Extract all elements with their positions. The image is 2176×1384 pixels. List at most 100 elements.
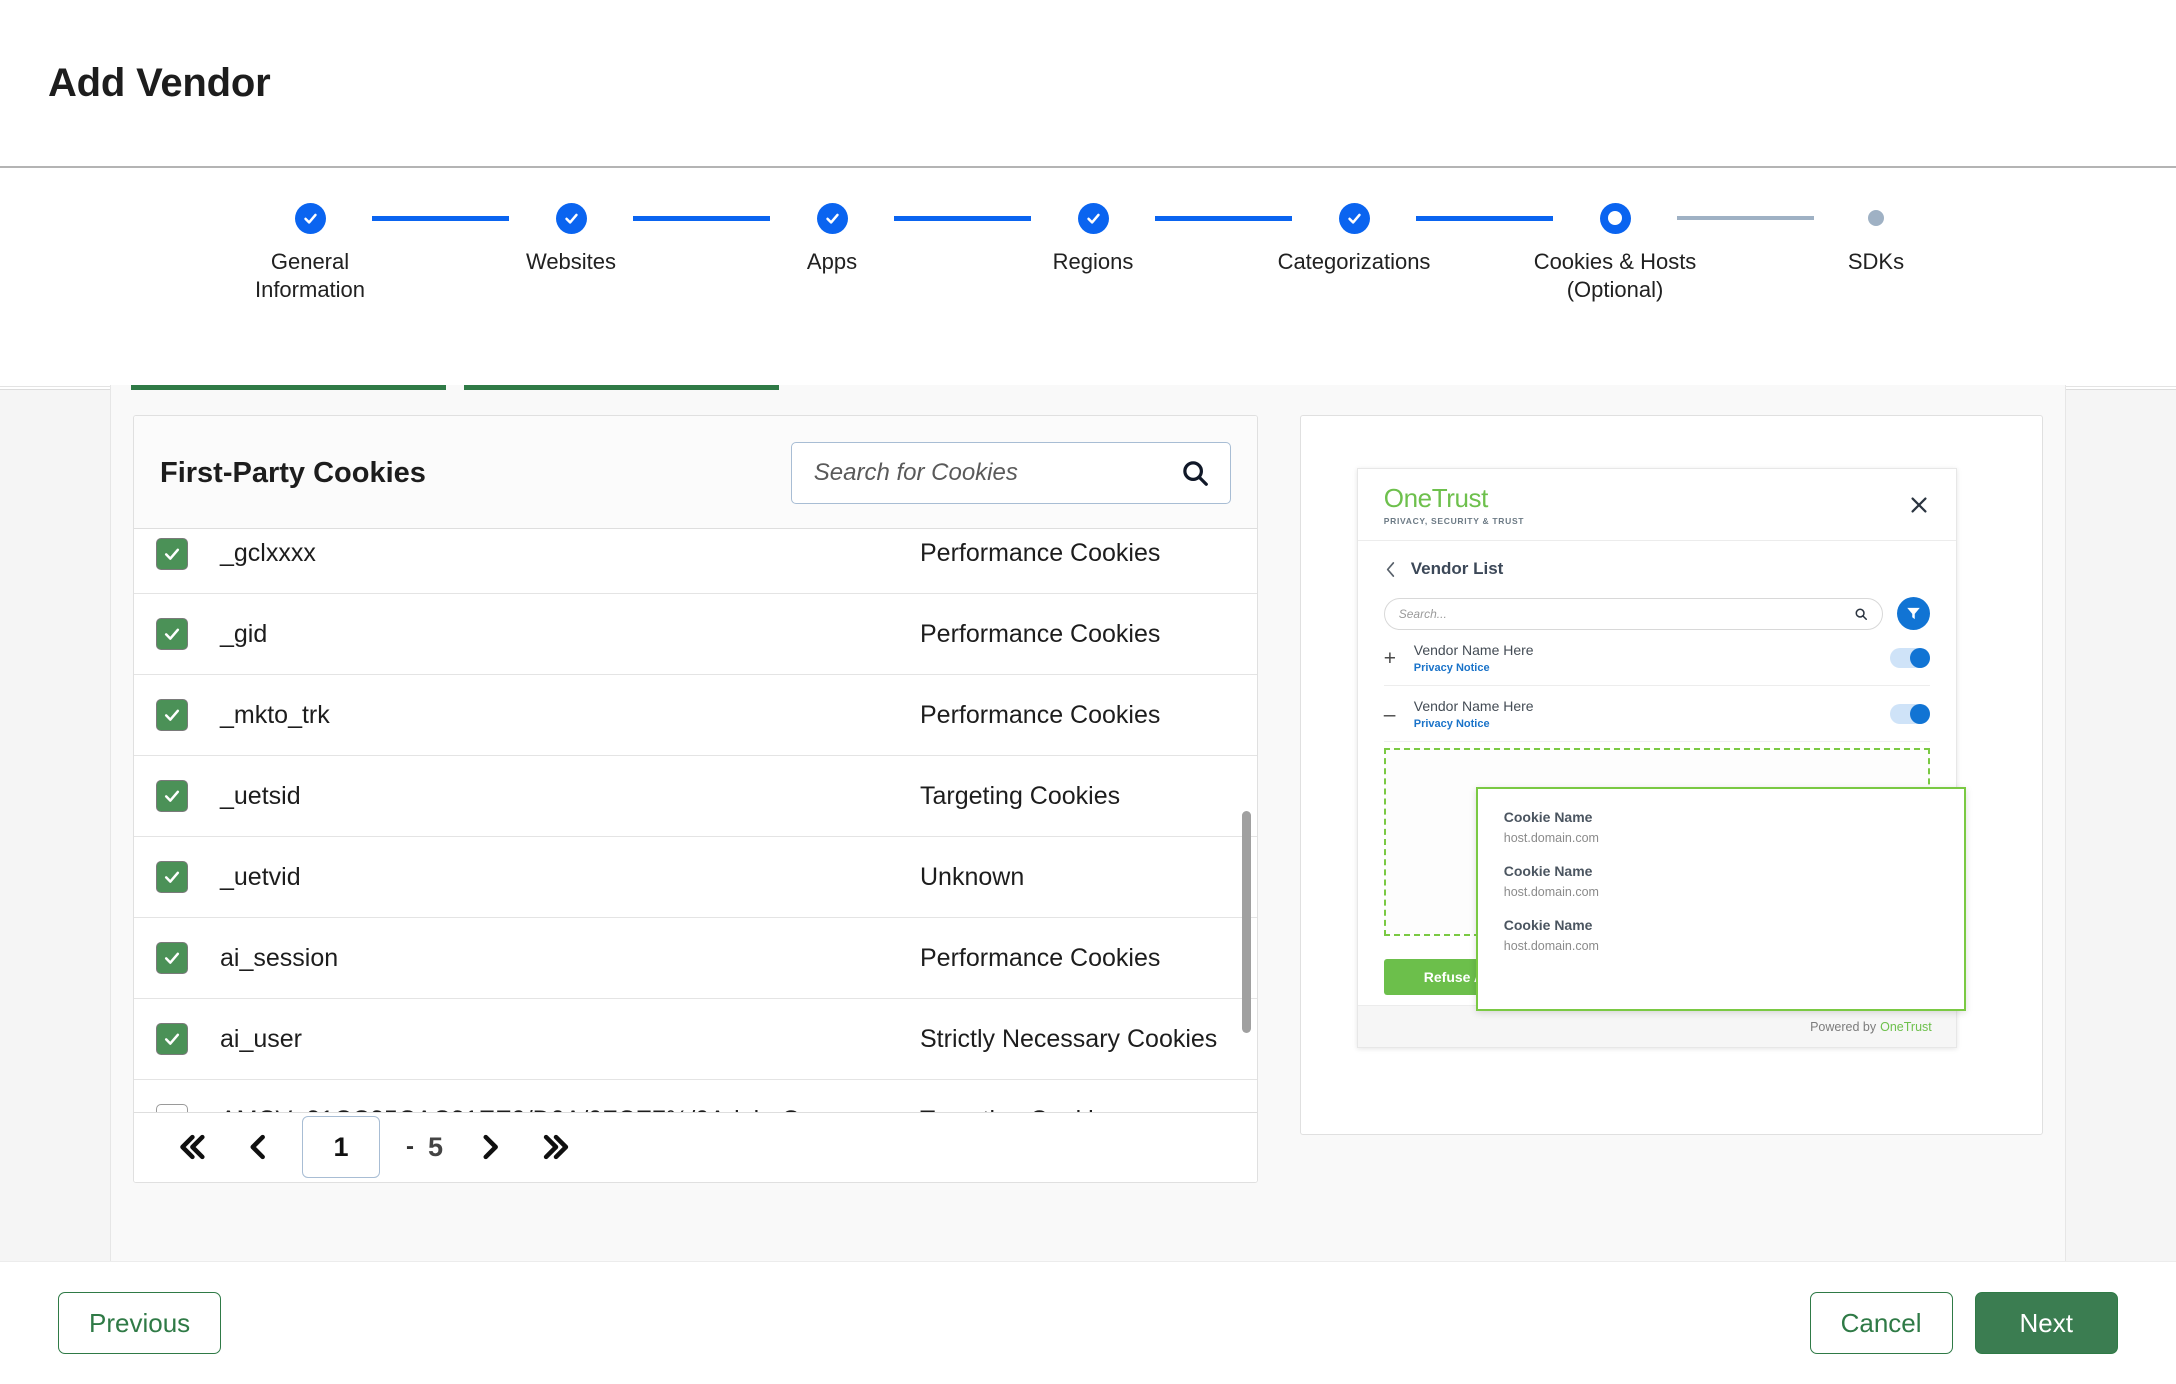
vendor-info: Vendor Name Here Privacy Notice [1414, 698, 1890, 730]
step-marker-row [511, 200, 631, 236]
step-check-icon [555, 202, 587, 234]
powered-by-brand: OneTrust [1880, 1019, 1932, 1034]
row-checkbox[interactable] [156, 618, 188, 650]
cookie-name-cell: _gclxxxx [220, 539, 316, 567]
filter-button[interactable] [1896, 597, 1930, 630]
vendor-row[interactable]: – Vendor Name Here Privacy Notice [1383, 686, 1930, 742]
cookie-popup-name: Cookie Name [1503, 917, 1593, 933]
privacy-notice-link[interactable]: Privacy Notice [1414, 662, 1890, 674]
stepper-step-5[interactable]: Categorizations [1278, 200, 1430, 276]
first-party-cookies-card: First-Party Cookies _g [133, 415, 1258, 1183]
step-connector-3 [892, 200, 1033, 236]
close-icon[interactable] [1908, 494, 1930, 516]
step-label: Websites [525, 249, 617, 274]
add-vendor-dialog: Add Vendor General Information Websites Ap… [0, 0, 2176, 1384]
cookie-name-cell: _uetvid [220, 862, 301, 891]
cookie-popup-name: Cookie Name [1503, 809, 1593, 825]
vendor-expand-icon[interactable]: – [1384, 704, 1414, 725]
stepper-step-4[interactable]: Regions [1033, 200, 1153, 276]
row-checkbox[interactable] [156, 780, 188, 812]
banner-body: Vendor List Search... + Vendor Name Here… [1358, 541, 1966, 1011]
step-marker-row [1033, 200, 1153, 236]
search-icon[interactable] [1180, 458, 1210, 488]
cookie-name-cell: ai_session [220, 943, 339, 972]
last-page-button[interactable] [523, 1117, 589, 1177]
content-area: First-Party Cookies _g [0, 385, 2176, 1261]
stepper-step-3[interactable]: Apps [772, 200, 892, 276]
cookie-popup-name: Cookie Name [1503, 863, 1593, 879]
stepper-step-2[interactable]: Websites [511, 200, 631, 276]
cancel-button[interactable]: Cancel [1809, 1292, 1953, 1354]
table-row[interactable]: _uetvid Unknown [134, 837, 1257, 918]
back-chevron-icon[interactable] [1384, 561, 1397, 578]
cookie-name-cell: _mkto_trk [220, 700, 330, 729]
previous-button[interactable]: Previous [58, 1292, 222, 1354]
cookie-category-cell: Strictly Necessary Cookies [920, 1024, 1218, 1053]
onetrust-logo-tagline: PRIVACY, SECURITY & TRUST [1383, 516, 1525, 526]
vendor-name: Vendor Name Here [1413, 642, 1534, 658]
step-check-icon [1338, 202, 1370, 234]
step-label: Regions [1052, 249, 1134, 274]
vendor-consent-toggle[interactable] [1889, 648, 1930, 668]
vertical-scrollbar[interactable] [1241, 811, 1251, 1033]
step-connector-4 [1153, 200, 1294, 236]
row-checkbox[interactable] [156, 699, 188, 731]
step-label: General Information [254, 249, 366, 302]
row-checkbox[interactable] [156, 861, 188, 893]
table-row[interactable]: _gclxxxx Performance Cookies [134, 528, 1257, 594]
first-page-button[interactable] [158, 1117, 224, 1177]
step-check-icon [294, 202, 326, 234]
cookies-table: _gclxxxx Performance Cookies _gid Performan… [134, 528, 1257, 1112]
onetrust-logo-text: OneTrust [1383, 483, 1489, 513]
step-check-icon [816, 202, 848, 234]
vendor-name: Vendor Name Here [1413, 698, 1534, 714]
row-checkbox[interactable] [156, 537, 188, 570]
table-row[interactable]: AMCV_21CC25CAC21EE9/D0A/0FCE7%/0AdobeOrg… [134, 1080, 1257, 1112]
vendor-expand-icon[interactable]: + [1384, 648, 1414, 669]
step-current-icon [1599, 202, 1631, 234]
cookie-name-cell: ai_user [220, 1024, 302, 1053]
page-title: Add Vendor [48, 60, 271, 105]
table-row[interactable]: _mkto_trk Performance Cookies [134, 675, 1257, 756]
table-row[interactable]: _gid Performance Cookies [134, 594, 1257, 675]
vendor-row[interactable]: + Vendor Name Here Privacy Notice [1383, 630, 1930, 686]
banner-search-icon[interactable] [1854, 607, 1868, 621]
table-row[interactable]: ai_session Performance Cookies [134, 918, 1257, 999]
banner-search-placeholder: Search... [1398, 606, 1447, 621]
cookies-search-box[interactable] [790, 442, 1231, 504]
row-checkbox[interactable] [156, 1023, 188, 1055]
search-input[interactable] [813, 459, 1144, 487]
step-marker-row [250, 200, 370, 236]
next-button[interactable]: Next [1974, 1292, 2118, 1354]
next-page-button[interactable] [457, 1117, 523, 1177]
stepper-step-6[interactable]: Cookies & Hosts (Optional) [1534, 200, 1696, 304]
stepper-step-1[interactable]: General Information [250, 200, 370, 304]
step-marker-row [1816, 200, 1936, 236]
cookie-popup-host: host.domain.com [1503, 831, 1599, 845]
page-number-input[interactable] [302, 1116, 380, 1179]
row-checkbox[interactable] [156, 1104, 188, 1112]
step-label: SDKs [1847, 249, 1905, 274]
vendor-list-title: Vendor List [1410, 559, 1504, 578]
onetrust-preference-banner: OneTrust PRIVACY, SECURITY & TRUST Vendo… [1356, 468, 1966, 1048]
previous-page-button[interactable] [224, 1117, 290, 1177]
step-marker-row [772, 200, 892, 236]
table-row[interactable]: _uetsid Targeting Cookies [134, 756, 1257, 837]
step-connector-2 [631, 200, 772, 236]
vendor-rows: + Vendor Name Here Privacy Notice – Vendor N… [1383, 630, 1930, 742]
stepper-step-7[interactable]: SDKs [1816, 200, 1936, 276]
vendor-consent-toggle[interactable] [1889, 704, 1930, 724]
privacy-notice-link[interactable]: Privacy Notice [1414, 718, 1890, 730]
banner-search-input[interactable]: Search... [1383, 597, 1883, 630]
cookie-category-cell: Performance Cookies [920, 943, 1161, 972]
cookie-category-cell: Performance Cookies [920, 619, 1161, 648]
row-checkbox[interactable] [156, 942, 188, 974]
step-marker-row [1294, 200, 1414, 236]
pagination: - 5 [134, 1111, 1257, 1182]
powered-by-label: Powered by [1810, 1019, 1877, 1034]
banner-header: OneTrust PRIVACY, SECURITY & TRUST [1357, 469, 1956, 541]
dialog-titlebar: Add Vendor [0, 0, 2176, 168]
table-row[interactable]: ai_user Strictly Necessary Cookies [134, 999, 1257, 1080]
tab-hosts-underline[interactable] [464, 385, 779, 390]
tab-cookies-underline[interactable] [131, 385, 446, 390]
